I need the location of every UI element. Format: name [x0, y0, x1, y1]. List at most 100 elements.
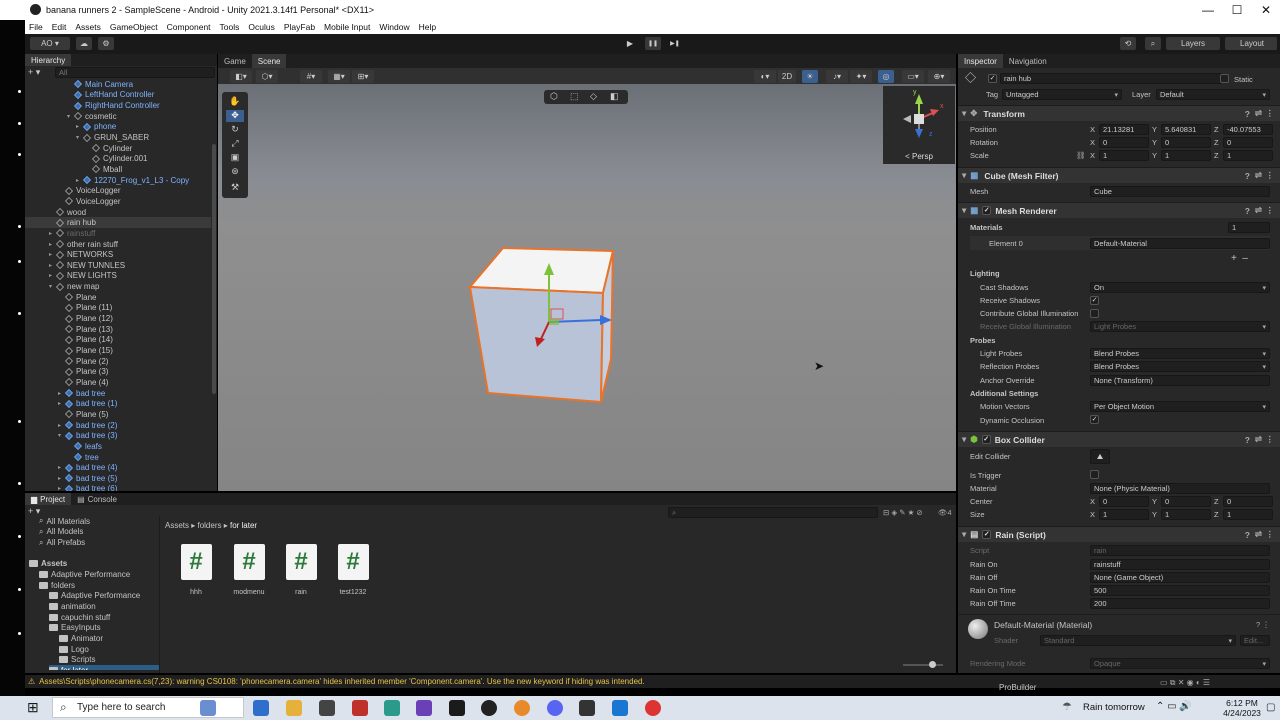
- mesh-renderer-header[interactable]: ▾ ▦ ✓ Mesh Renderer ? ⇌ ⋮: [958, 202, 1280, 218]
- hierarchy-item[interactable]: ▸ bad tree (5): [25, 473, 211, 484]
- rain-script-enabled-checkbox[interactable]: ✓: [982, 530, 992, 539]
- hierarchy-item[interactable]: ▸ bad tree: [25, 388, 211, 399]
- materials-foldout[interactable]: Materials: [970, 223, 1003, 232]
- probuilder-label[interactable]: ProBuilder: [999, 683, 1036, 692]
- box-collider-header[interactable]: ▾ ⬢ ✓ Box Collider ? ⇌ ⋮: [958, 431, 1280, 447]
- scale-y-field[interactable]: 1: [1161, 150, 1211, 161]
- preset-icon[interactable]: ⇌: [1255, 108, 1262, 119]
- maximize-button[interactable]: ☐: [1221, 0, 1253, 20]
- rain-off-field[interactable]: None (Game Object): [1090, 572, 1270, 583]
- account-dropdown[interactable]: AO ▾: [30, 37, 70, 50]
- project-tree-item[interactable]: Assets: [29, 559, 159, 570]
- material-help-icon[interactable]: ? ⋮: [1256, 620, 1270, 629]
- hierarchy-item[interactable]: wood: [25, 207, 211, 218]
- rain-off-time-field[interactable]: 200: [1090, 598, 1270, 609]
- rotate-tool-icon[interactable]: ↻: [226, 124, 244, 136]
- menu-item-gameobject[interactable]: GameObject: [110, 22, 158, 32]
- menu-item-help[interactable]: Help: [419, 22, 436, 32]
- hierarchy-item[interactable]: ▸ NEW TUNNLES: [25, 260, 211, 271]
- minimize-button[interactable]: —: [1192, 0, 1224, 20]
- face-mode-icon[interactable]: ◧: [610, 91, 619, 102]
- breadcrumb-assets[interactable]: Assets: [165, 521, 189, 530]
- hierarchy-item[interactable]: Plane (11): [25, 303, 211, 314]
- project-tree-item[interactable]: ⌕ All Prefabs: [39, 537, 159, 548]
- project-tree-item[interactable]: Logo: [59, 644, 159, 655]
- center-x-field[interactable]: 0: [1099, 496, 1149, 507]
- tab-project[interactable]: ▆ Project: [25, 493, 72, 505]
- blender-icon[interactable]: [514, 700, 530, 716]
- search-highlight-icon[interactable]: [200, 700, 216, 716]
- mesh-filter-header[interactable]: ▾ ▦ Cube (Mesh Filter) ? ⇌ ⋮: [958, 167, 1280, 183]
- notification-icon[interactable]: ▢: [1266, 702, 1275, 713]
- asset-script-test1232[interactable]: # test1232: [336, 544, 370, 596]
- object-mode-icon[interactable]: ⬡: [550, 91, 558, 102]
- hierarchy-item[interactable]: Mball: [25, 164, 211, 175]
- hidden-objects-icon[interactable]: ◎: [878, 70, 894, 83]
- add-object-button[interactable]: + ▾: [28, 67, 48, 78]
- probes-foldout[interactable]: Probes: [970, 336, 995, 345]
- hierarchy-item[interactable]: ▾ cosmetic: [25, 111, 211, 122]
- scale-x-field[interactable]: 1: [1099, 150, 1149, 161]
- weather-text[interactable]: Rain tomorrow: [1083, 702, 1145, 713]
- menu-item-assets[interactable]: Assets: [75, 22, 101, 32]
- hierarchy-item[interactable]: ▸ NETWORKS: [25, 249, 211, 260]
- hierarchy-scrollbar[interactable]: [212, 144, 216, 394]
- play-button[interactable]: ▶: [622, 37, 638, 50]
- icon-size-slider[interactable]: [903, 661, 943, 668]
- receive-shadows-checkbox[interactable]: ✓: [1090, 296, 1099, 305]
- unity-icon[interactable]: [579, 700, 595, 716]
- project-tree-item[interactable]: animation: [49, 601, 159, 612]
- hierarchy-item[interactable]: Plane (12): [25, 313, 211, 324]
- cast-shadows-dropdown[interactable]: On: [1090, 282, 1270, 293]
- tab-navigation[interactable]: Navigation: [1003, 54, 1053, 68]
- position-z-field[interactable]: -40.07553: [1223, 124, 1273, 135]
- asset-script-modmenu[interactable]: # modmenu: [232, 544, 266, 596]
- hierarchy-item[interactable]: rain hub: [25, 217, 211, 229]
- project-tree-item[interactable]: folders: [39, 580, 159, 591]
- camera-dropdown[interactable]: ▭▾: [902, 70, 924, 83]
- github-icon[interactable]: [481, 700, 497, 716]
- size-z-field[interactable]: 1: [1223, 509, 1273, 520]
- gizmos-dropdown[interactable]: ⊕▾: [928, 70, 950, 83]
- lighting-foldout[interactable]: Lighting: [970, 269, 1000, 278]
- center-y-field[interactable]: 0: [1161, 496, 1211, 507]
- project-search-input[interactable]: ⌕: [668, 507, 878, 518]
- help-icon[interactable]: ?: [1245, 109, 1250, 119]
- asset-script-rain[interactable]: # rain: [284, 544, 318, 596]
- project-tree-item[interactable]: Animator: [59, 633, 159, 644]
- hierarchy-item[interactable]: Plane (13): [25, 324, 211, 335]
- app-icon-red[interactable]: [352, 700, 368, 716]
- hierarchy-item[interactable]: ▸ 12270_Frog_v1_L3 - Copy: [25, 175, 211, 186]
- selected-cube[interactable]: [463, 239, 623, 409]
- project-tree-item[interactable]: Scripts: [59, 654, 159, 665]
- windows-start-icon[interactable]: ⊞: [27, 699, 39, 716]
- search-icon[interactable]: ⌕: [1145, 37, 1161, 50]
- filter-icons[interactable]: ⊟ ◈ ✎ ★ ⊘: [883, 508, 923, 517]
- transform-tool-icon[interactable]: ⊛: [226, 166, 244, 178]
- status-icons[interactable]: ▭ ⧉ ✕ ◉ ◐ ☰: [1160, 678, 1210, 688]
- hierarchy-item[interactable]: RightHand Controller: [25, 100, 211, 111]
- project-tree-item[interactable]: Adaptive Performance: [39, 569, 159, 580]
- history-icon[interactable]: ⟲: [1120, 37, 1136, 50]
- position-x-field[interactable]: 21.13281: [1099, 124, 1149, 135]
- kebab-menu-icon[interactable]: ⋮: [1266, 108, 1275, 119]
- hierarchy-item[interactable]: Plane (5): [25, 409, 211, 420]
- app-icon-dark-red[interactable]: [645, 700, 661, 716]
- hierarchy-item[interactable]: VoiceLogger: [25, 196, 211, 207]
- size-x-field[interactable]: 1: [1099, 509, 1149, 520]
- mesh-renderer-enabled-checkbox[interactable]: ✓: [982, 206, 992, 215]
- menu-item-component[interactable]: Component: [167, 22, 211, 32]
- active-checkbox[interactable]: ✓: [988, 74, 997, 83]
- mesh-field[interactable]: Cube: [1090, 186, 1270, 197]
- hierarchy-item[interactable]: ▾ bad tree (3): [25, 430, 211, 441]
- file-explorer-icon[interactable]: [286, 700, 302, 716]
- layer-dropdown[interactable]: Default: [1156, 89, 1270, 100]
- grid-dropdown[interactable]: #▾: [300, 70, 322, 83]
- asset-script-hhh[interactable]: # hhh: [179, 544, 213, 596]
- hierarchy-item[interactable]: ▾ new map: [25, 281, 211, 292]
- hierarchy-item[interactable]: Plane (4): [25, 377, 211, 388]
- tab-console[interactable]: ▤ Console: [71, 493, 123, 505]
- size-y-field[interactable]: 1: [1161, 509, 1211, 520]
- hierarchy-item[interactable]: ▾ GRUN_SABER: [25, 132, 211, 143]
- box-collider-enabled-checkbox[interactable]: ✓: [981, 435, 991, 444]
